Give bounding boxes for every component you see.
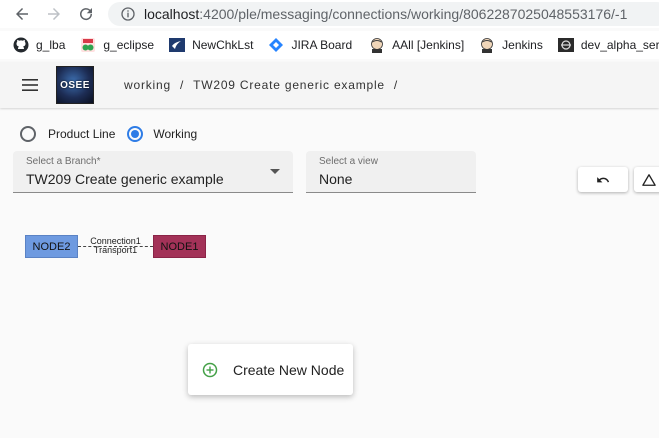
bookmark-jira-board[interactable]: JIRA Board	[262, 33, 358, 57]
node-label: NODE1	[160, 240, 199, 253]
checklist-icon	[169, 37, 186, 53]
address-bar[interactable]: localhost:4200/ple/messaging/connections…	[108, 2, 659, 26]
browser-toolbar: localhost:4200/ple/messaging/connections…	[0, 0, 659, 28]
reload-icon	[80, 8, 93, 21]
radio-working[interactable]	[127, 126, 144, 142]
bookmark-label: g_eclipse	[103, 38, 155, 52]
arrow-left-icon	[16, 8, 28, 20]
bookmark-label: AAll [Jenkins]	[392, 38, 465, 52]
info-icon	[120, 6, 136, 22]
menu-button[interactable]	[18, 74, 42, 96]
view-select-value: None	[319, 171, 353, 187]
breadcrumb-working[interactable]: working	[124, 78, 171, 92]
forward-button[interactable]	[40, 0, 68, 28]
bookmark-newchklst[interactable]: NewChkLst	[163, 33, 259, 57]
graph-node-node2[interactable]: NODE2	[25, 235, 78, 258]
bookmark-g-eclipse[interactable]: g_eclipse	[74, 33, 160, 57]
radio-label-product-line[interactable]: Product Line	[48, 127, 115, 141]
branch-select-value: TW209 Create generic example	[26, 171, 224, 187]
jenkins-icon	[369, 37, 385, 53]
breadcrumb-branch[interactable]: TW209 Create generic example	[193, 78, 385, 92]
radio-label-working[interactable]: Working	[153, 127, 197, 141]
add-circle-icon	[202, 362, 218, 378]
menu-item-label: Create New Node	[233, 361, 345, 378]
radio-product-line[interactable]	[20, 126, 36, 142]
bookmark-label: dev_alpha_serv	[580, 38, 659, 52]
bookmark-label: Jenkins	[502, 38, 543, 52]
bookmarks-bar: g_lba g_eclipse NewChkLst JIRA Board AAl…	[0, 31, 659, 59]
bookmark-g-lba[interactable]: g_lba	[0, 33, 71, 57]
hamburger-icon	[22, 79, 38, 91]
view-select-label: Select a view	[319, 156, 378, 167]
arrow-right-icon	[48, 8, 60, 20]
app-toolbar: OSEE working / TW209 Create generic exampl…	[0, 62, 659, 108]
menu-item-create-new-node[interactable]: Create New Node	[202, 362, 344, 378]
bookmark-label: g_lba	[36, 38, 66, 52]
dropdown-arrow-icon	[270, 169, 280, 174]
osee-logo[interactable]: OSEE	[56, 66, 94, 104]
context-menu: Create New Node	[188, 344, 353, 395]
branch-select-label: Select a Branch*	[26, 156, 101, 167]
branch-select[interactable]: Select a Branch* TW209 Create generic ex…	[13, 151, 293, 193]
bookmark-label: JIRA Board	[291, 38, 353, 52]
bookmark-aall-jenkins[interactable]: AAll [Jenkins]	[363, 33, 470, 57]
warning-button[interactable]	[634, 167, 659, 192]
reload-button[interactable]	[72, 0, 100, 28]
edge-transport-label: Transport1	[93, 245, 138, 255]
warning-icon	[642, 173, 656, 186]
back-button[interactable]	[8, 0, 36, 28]
node-label: NODE2	[32, 240, 71, 253]
eclipse-icon	[80, 37, 96, 53]
undo-button[interactable]	[578, 167, 628, 192]
branch-type-radio-group: Product Line Working	[20, 126, 209, 142]
bookmark-label: NewChkLst	[192, 38, 254, 52]
url-host: localhost	[144, 6, 200, 22]
undo-icon	[597, 176, 610, 182]
view-select[interactable]: Select a view None	[306, 151, 476, 193]
jira-icon	[268, 37, 284, 53]
bookmark-dev-alpha-serv[interactable]: dev_alpha_serv	[552, 33, 659, 57]
graph-node-node1[interactable]: NODE1	[153, 235, 206, 258]
github-icon	[13, 37, 29, 53]
bookmark-jenkins[interactable]: Jenkins	[473, 33, 549, 57]
logo-text: OSEE	[60, 79, 90, 91]
jenkins-icon	[479, 37, 495, 53]
url-path: :4200/ple/messaging/connections/working/…	[199, 6, 628, 22]
server-icon	[557, 37, 574, 53]
breadcrumb: working / TW209 Create generic example /	[124, 78, 399, 92]
